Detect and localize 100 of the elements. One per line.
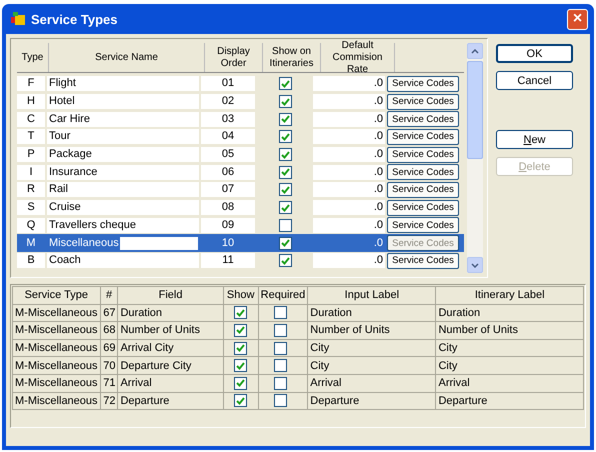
table-cell: Travellers cheque <box>47 218 199 233</box>
table-cell: .0 <box>313 147 385 162</box>
column-header[interactable]: Service Type <box>12 286 100 304</box>
table-cell: Arrival <box>308 374 436 392</box>
name-edit-field[interactable]: Miscellaneous <box>47 236 199 251</box>
table-cell: M-Miscellaneous <box>12 304 100 322</box>
checkbox[interactable] <box>234 394 248 408</box>
table-cell: Coach <box>47 253 199 268</box>
table-cell: Package <box>47 147 199 162</box>
table-row[interactable]: S Cruise 08 .0 Service Codes <box>17 198 464 216</box>
column-header[interactable]: Itinerary Label <box>436 286 584 304</box>
table-cell: City <box>308 356 436 374</box>
table-cell: Departure <box>436 392 584 410</box>
table-cell: T <box>17 129 45 144</box>
table-cell: .0 <box>313 164 385 180</box>
column-header[interactable]: # <box>100 286 118 304</box>
checkbox[interactable] <box>278 254 292 268</box>
table-cell: .0 <box>313 253 385 268</box>
table-cell: 08 <box>201 200 255 216</box>
service-codes-button[interactable]: Service Codes <box>387 128 459 145</box>
table-cell: Number of Units <box>308 322 436 340</box>
table-cell: Q <box>17 218 45 233</box>
table-cell: 05 <box>201 147 255 162</box>
checkbox[interactable] <box>278 148 292 162</box>
scrollbar[interactable] <box>467 43 483 273</box>
service-codes-button[interactable]: Service Codes <box>387 94 459 110</box>
table-cell: Duration <box>118 304 224 322</box>
dialog-button[interactable]: OK <box>496 44 573 63</box>
table-cell: 01 <box>201 76 255 92</box>
table-cell: 07 <box>201 182 255 198</box>
table-row[interactable]: P Package 05 .0 Service Codes <box>17 146 464 164</box>
checkbox[interactable] <box>278 183 292 196</box>
close-button[interactable]: × <box>567 8 588 30</box>
table-row[interactable]: Q Travellers cheque 09 .0 Service Codes <box>17 216 464 234</box>
table-cell: Cruise <box>47 200 199 216</box>
table-cell: Arrival City <box>118 339 224 357</box>
table-cell: Flight <box>47 76 199 92</box>
checkbox[interactable] <box>234 324 248 337</box>
table-row[interactable]: C Car Hire 03 .0 Service Codes <box>17 110 464 128</box>
service-codes-button[interactable]: Service Codes <box>387 111 459 128</box>
service-codes-button[interactable]: Service Codes <box>387 217 459 234</box>
service-codes-button[interactable]: Service Codes <box>387 200 459 216</box>
checkbox[interactable] <box>278 201 292 214</box>
table-cell: Duration <box>308 304 436 322</box>
checkbox[interactable] <box>234 342 248 355</box>
service-codes-button[interactable]: Service Codes <box>387 146 459 163</box>
scroll-down-icon[interactable] <box>471 262 479 268</box>
table-row[interactable]: H Hotel 02 .0 Service Codes <box>17 92 464 110</box>
service-codes-button[interactable]: Service Codes <box>387 252 459 269</box>
dialog-button[interactable]: New <box>496 130 573 149</box>
table-cell: City <box>308 339 436 357</box>
checkbox[interactable] <box>278 95 292 108</box>
checkbox[interactable] <box>274 376 287 390</box>
table-row[interactable]: I Insurance 06 .0 Service Codes <box>17 163 464 182</box>
table-cell: .0 <box>313 129 385 144</box>
service-codes-button[interactable]: Service Codes <box>387 164 459 180</box>
table-cell: R <box>17 182 45 198</box>
table-cell: I <box>17 164 45 180</box>
checkbox[interactable] <box>278 236 292 250</box>
table-cell: 02 <box>201 94 255 110</box>
table-cell: .0 <box>313 200 385 216</box>
table-row[interactable]: F Flight 01 .0 Service Codes <box>17 75 464 93</box>
table-cell: .0 <box>313 218 385 233</box>
dialog-button[interactable]: Cancel <box>496 71 573 90</box>
checkbox[interactable] <box>274 394 287 408</box>
checkbox[interactable] <box>278 166 292 179</box>
checkmark-icon <box>280 204 290 212</box>
column-header[interactable]: Field <box>118 286 224 304</box>
service-codes-button[interactable]: Service Codes <box>387 76 459 92</box>
checkbox[interactable] <box>274 342 287 355</box>
table-row[interactable]: B Coach 11 .0 Service Codes <box>17 252 464 270</box>
table-cell: Tour <box>47 129 199 144</box>
table-row[interactable]: T Tour 04 .0 Service Codes <box>17 128 464 146</box>
table-cell: Departure City <box>118 356 224 374</box>
table-cell: M-Miscellaneous <box>12 392 100 410</box>
checkbox[interactable] <box>278 77 292 90</box>
checkbox[interactable] <box>278 218 292 232</box>
table-cell: Departure <box>308 392 436 410</box>
column-header[interactable]: Input Label <box>308 286 436 304</box>
checkbox[interactable] <box>234 359 248 372</box>
checkbox[interactable] <box>278 130 292 144</box>
checkbox[interactable] <box>274 306 287 320</box>
checkbox[interactable] <box>234 376 248 390</box>
selected-row[interactable]: M Miscellaneous 10 .0 Service Codes <box>17 234 464 252</box>
table-cell: 71 <box>100 374 118 392</box>
checkbox[interactable] <box>274 359 287 372</box>
table-cell: H <box>17 94 45 110</box>
table-cell: Rail <box>47 182 199 198</box>
checkbox[interactable] <box>278 112 292 126</box>
column-header[interactable]: Show <box>223 286 258 304</box>
checkbox[interactable] <box>274 324 287 337</box>
service-codes-button[interactable]: Service Codes <box>387 182 459 198</box>
table-cell: Duration <box>436 304 584 322</box>
table-cell: City <box>436 356 584 374</box>
scroll-up-icon[interactable] <box>471 48 479 54</box>
table-row[interactable]: R Rail 07 .0 Service Codes <box>17 181 464 199</box>
table-cell: .0 <box>313 94 385 110</box>
table-cell: C <box>17 112 45 127</box>
checkbox[interactable] <box>234 306 248 320</box>
column-header[interactable]: Required <box>258 286 308 304</box>
